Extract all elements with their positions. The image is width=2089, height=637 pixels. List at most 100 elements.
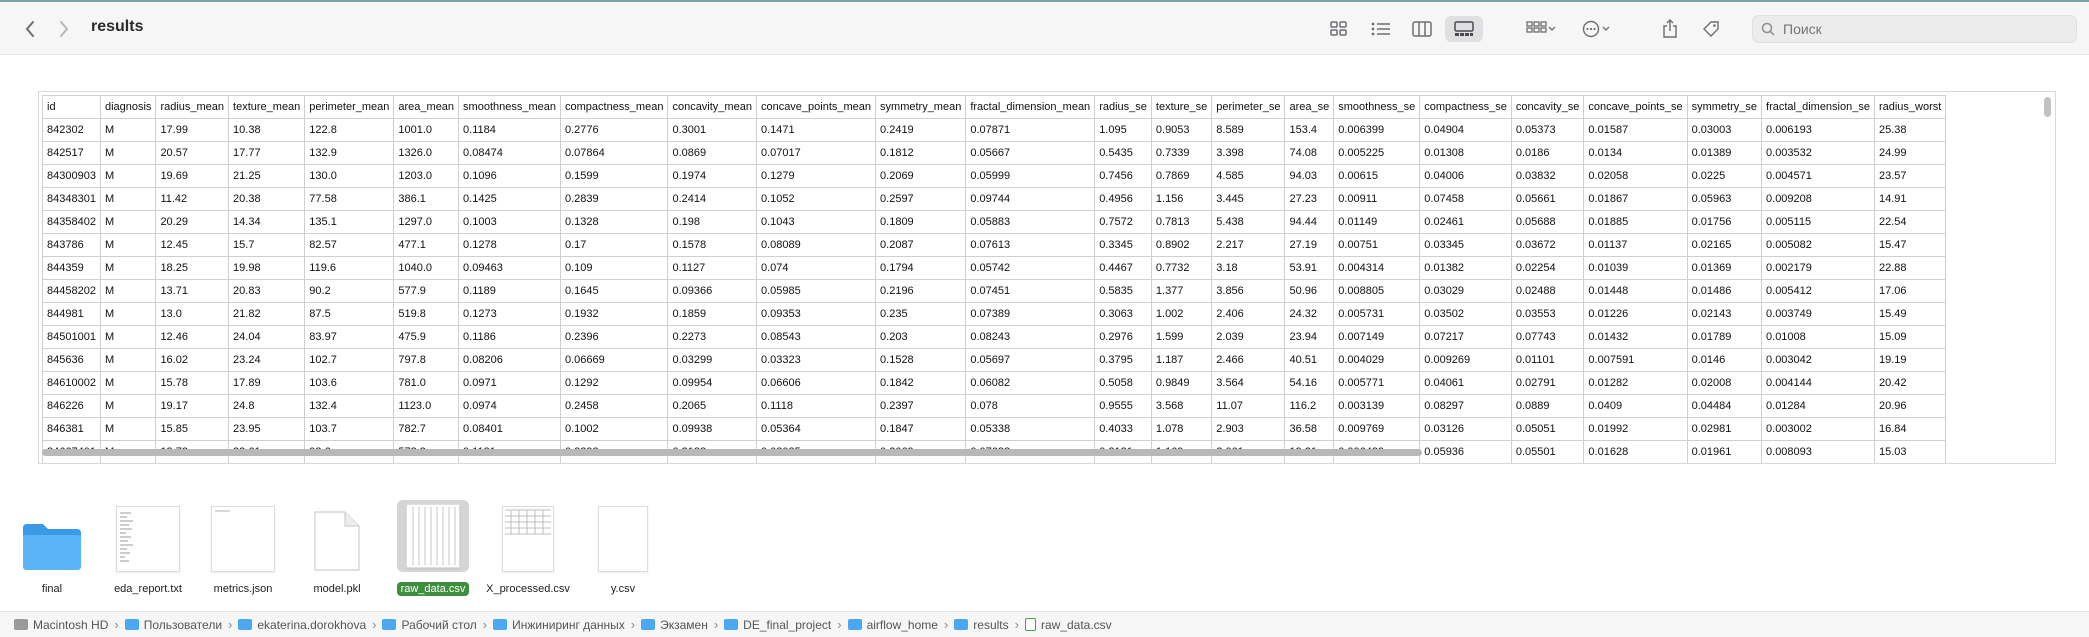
table-cell: 10.38 (228, 118, 306, 142)
list-view-button[interactable] (1364, 16, 1398, 42)
folder-icon (124, 619, 139, 630)
vertical-scrollbar[interactable] (2043, 95, 2052, 457)
table-cell: 0.1847 (875, 417, 967, 441)
table-cell: 0.03553 (1510, 302, 1585, 326)
table-cell: 0.08206 (458, 348, 561, 372)
table-cell: 0.1278 (458, 233, 561, 257)
share-button[interactable] (1658, 16, 1682, 42)
table-cell: 5.438 (1211, 210, 1286, 234)
table-cell: 130.0 (304, 164, 395, 188)
table-cell: 0.07389 (965, 302, 1096, 326)
table-cell: 19.98 (228, 256, 306, 280)
gallery-view-button[interactable] (1445, 16, 1483, 42)
table-cell: 0.2458 (559, 394, 669, 418)
table-cell: 90.2 (304, 279, 395, 303)
back-button[interactable] (18, 16, 42, 42)
table-cell: 0.02008 (1686, 371, 1763, 395)
path-crumb[interactable]: DE_final_project (724, 618, 831, 632)
group-button[interactable] (1523, 16, 1559, 42)
table-cell: 0.05661 (1510, 187, 1585, 211)
table-cell: 1.599 (1150, 325, 1213, 349)
disk-icon (14, 619, 28, 630)
table-cell: 844359 (42, 256, 101, 280)
table-cell: 24.32 (1284, 302, 1335, 326)
csv-document-thumbnail (598, 506, 648, 572)
table-cell: 0.005115 (1761, 210, 1875, 234)
table-cell: 846226 (42, 394, 101, 418)
table-cell: 0.04006 (1419, 164, 1512, 188)
table-cell: 0.3345 (1094, 233, 1152, 257)
column-view-button[interactable] (1405, 16, 1439, 42)
table-cell: 0.1974 (667, 164, 757, 188)
search-field[interactable] (1752, 15, 2077, 43)
file-item-x-processed[interactable]: X_processed.csv (480, 500, 576, 597)
table-cell: 0.07743 (1510, 325, 1585, 349)
table-cell: 16.84 (1873, 417, 1947, 441)
path-crumb[interactable]: Рабочий стол (382, 618, 477, 632)
table-cell: 0.005731 (1333, 302, 1421, 326)
table-cell: 0.078 (965, 394, 1096, 418)
path-crumb[interactable]: Пользователи (124, 618, 222, 632)
table-cell: M (99, 279, 157, 303)
file-item-final[interactable]: final (4, 500, 100, 597)
file-item-y[interactable]: y.csv (575, 500, 671, 597)
table-cell: 0.05338 (965, 417, 1096, 441)
table-cell: 0.05697 (965, 348, 1096, 372)
table-cell: 0.4033 (1094, 417, 1152, 441)
path-crumb[interactable]: Экзамен (641, 618, 708, 632)
table-cell: 0.09366 (667, 279, 757, 303)
horizontal-scroll-thumb[interactable] (42, 449, 1422, 456)
path-crumb[interactable]: ekaterina.dorokhova (238, 618, 366, 632)
path-crumb[interactable]: raw_data.csv (1024, 617, 1112, 632)
path-crumb[interactable]: Инжиниринг данных (493, 618, 625, 632)
table-cell: 1.377 (1150, 279, 1213, 303)
table-cell: 0.02791 (1510, 371, 1585, 395)
table-cell: 102.7 (304, 348, 395, 372)
path-crumb[interactable]: results (954, 618, 1009, 632)
path-crumb[interactable]: airflow_home (847, 618, 938, 632)
table-cell: 0.006193 (1761, 118, 1875, 142)
table-cell: 0.074 (755, 256, 877, 280)
table-row: 842517 M 20.57 17.77 132.9 1326.0 0.08474 0.078… (42, 141, 1947, 165)
table-cell: 84610002 (42, 371, 101, 395)
action-menu-button[interactable] (1579, 16, 1619, 42)
table-cell: 13.71 (155, 279, 230, 303)
table-cell: 14.91 (1873, 187, 1947, 211)
csv-preview[interactable]: id diagnosis radius_mean texture_mean perime… (38, 91, 2056, 464)
vertical-scroll-thumb[interactable] (2044, 97, 2051, 117)
table-cell: 0.009769 (1333, 417, 1421, 441)
file-item-metrics[interactable]: metrics.json (195, 500, 291, 597)
table-cell: 3.445 (1211, 187, 1286, 211)
icon-view-button[interactable] (1322, 16, 1356, 42)
file-name: model.pkl (313, 583, 361, 595)
table-cell: 25.38 (1873, 118, 1947, 142)
path-crumb[interactable]: Macintosh HD (14, 618, 108, 632)
table-cell: 1297.0 (393, 210, 460, 234)
table-cell: 781.0 (393, 371, 460, 395)
table-cell: 477.1 (393, 233, 460, 257)
table-cell: 0.1118 (755, 394, 877, 418)
forward-button[interactable] (52, 16, 76, 42)
table-cell: 0.005771 (1333, 371, 1421, 395)
file-item-model[interactable]: model.pkl (289, 500, 385, 597)
search-input[interactable] (1781, 20, 2055, 38)
file-item-raw-data[interactable]: raw_data.csv (385, 500, 481, 597)
folder-icon (23, 524, 81, 570)
group-grid-icon (1526, 21, 1556, 33)
horizontal-scrollbar[interactable] (42, 449, 2042, 457)
table-cell: 0.05373 (1510, 118, 1585, 142)
table-cell: 153.4 (1284, 118, 1335, 142)
path-crumb-label: Инжиниринг данных (512, 617, 625, 632)
table-cell: 3.398 (1211, 141, 1286, 165)
table-cell: 0.005225 (1333, 141, 1421, 165)
table-row: 84501001 M 12.46 24.04 83.97 475.9 0.1186 0.239… (42, 325, 1947, 349)
table-cell: 0.05999 (965, 164, 1096, 188)
table-cell: 132.9 (304, 141, 395, 165)
table-row: 846226 M 19.17 24.8 132.4 1123.0 0.0974 0.2458 0… (42, 394, 1947, 418)
tags-button[interactable] (1699, 16, 1723, 42)
table-cell: 14.34 (228, 210, 306, 234)
file-item-eda-report[interactable]: eda_report.txt (100, 500, 196, 597)
path-crumb-label: raw_data.csv (1040, 617, 1112, 632)
table-cell: 0.2396 (559, 325, 669, 349)
table-cell: 0.2976 (1094, 325, 1152, 349)
